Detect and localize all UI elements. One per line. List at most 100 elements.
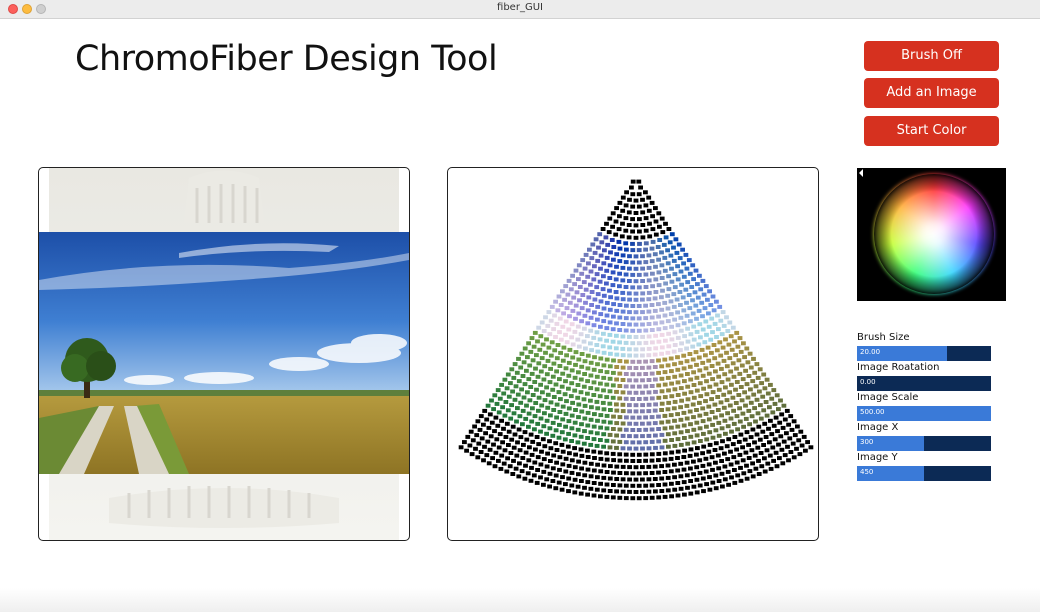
fiber-cell xyxy=(694,362,699,367)
fiber-cell xyxy=(546,345,552,350)
fiber-cell xyxy=(558,397,563,402)
fiber-cell xyxy=(646,346,652,351)
fiber-cell xyxy=(560,371,566,376)
fiber-cell xyxy=(678,430,684,435)
image-x-slider[interactable]: 300 xyxy=(857,436,991,451)
fiber-cell xyxy=(640,477,645,482)
add-image-button[interactable]: Add an Image xyxy=(864,78,999,108)
fiber-cell xyxy=(553,299,558,304)
fiber-cell xyxy=(680,247,685,252)
fiber-cell xyxy=(640,310,645,315)
fiber-cell xyxy=(514,370,520,375)
image-scale-slider[interactable]: 500.00 xyxy=(857,406,991,421)
fiber-cell xyxy=(722,372,728,377)
fiber-cell xyxy=(544,385,549,390)
fiber-cell xyxy=(571,295,577,300)
brush-size-slider[interactable]: 20.00 xyxy=(857,346,991,361)
fiber-cell xyxy=(541,424,547,429)
fiber-cell xyxy=(570,355,576,360)
fiber-cell xyxy=(687,271,693,276)
fiber-cell xyxy=(522,476,528,481)
fiber-cell xyxy=(529,465,534,470)
fiber-cell xyxy=(627,390,632,395)
fiber-cell xyxy=(576,459,581,464)
fiber-cell xyxy=(674,250,680,255)
fiber-cell xyxy=(607,401,613,406)
fiber-cell xyxy=(526,341,531,346)
fiber-cell xyxy=(611,414,616,419)
fiber-cell xyxy=(512,432,518,437)
fiber-cell xyxy=(614,489,619,494)
fiber-cell xyxy=(495,423,501,428)
fiber-cell xyxy=(671,292,677,297)
fiber-cell xyxy=(700,419,706,424)
image-rotation-slider[interactable]: 0.00 xyxy=(857,376,991,391)
fiber-cell xyxy=(669,279,675,284)
fiber-cell xyxy=(525,355,530,360)
fiber-cell xyxy=(789,427,795,432)
fiber-cell xyxy=(653,377,658,382)
fiber-cell xyxy=(611,483,616,487)
fiber-cell xyxy=(640,334,645,339)
fiber-cell xyxy=(529,336,535,341)
fiber-cell xyxy=(702,306,708,311)
fiber-cell xyxy=(710,294,716,299)
fiber-cell xyxy=(566,463,572,468)
fiber-cell xyxy=(576,370,581,375)
fiber-cell xyxy=(633,490,639,494)
fiber-cell xyxy=(539,320,545,325)
fiber-cell xyxy=(535,421,541,426)
fiber-cell xyxy=(613,219,619,224)
fiber-cell xyxy=(575,324,581,329)
fiber-cell xyxy=(646,390,652,395)
fiber-cell xyxy=(698,287,704,292)
fiber-cell xyxy=(604,281,609,286)
fiber-cell xyxy=(675,424,681,429)
fiber-cell xyxy=(500,405,505,410)
fiber-cell xyxy=(561,345,567,350)
fiber-cell xyxy=(553,473,559,478)
fiber-cell xyxy=(729,382,734,387)
image-y-slider[interactable]: 450 xyxy=(857,466,991,481)
fiber-cell xyxy=(604,470,610,474)
fiber-cell xyxy=(661,242,667,247)
fiber-cell xyxy=(684,473,690,478)
fiber-cell xyxy=(786,458,791,463)
fiber-cell xyxy=(646,464,652,469)
fiber-cell xyxy=(617,214,622,219)
fiber-cell xyxy=(591,393,597,397)
fiber-cell xyxy=(656,495,662,500)
fiber-cell xyxy=(594,487,600,492)
fiber-cell xyxy=(630,384,636,389)
start-color-changing-button[interactable]: Start Color Changing xyxy=(864,116,999,168)
fiber-cell xyxy=(558,337,564,342)
fiber-cell xyxy=(530,406,535,411)
fiber-cell xyxy=(756,424,762,429)
fiber-cell xyxy=(582,473,588,478)
fiber-cell xyxy=(630,341,636,346)
source-image-panel[interactable] xyxy=(38,167,410,541)
fiber-cell xyxy=(583,346,588,351)
fiber-cell xyxy=(620,253,626,258)
fiber-cell xyxy=(607,276,613,280)
fiber-cell xyxy=(653,232,659,237)
fiber-cell xyxy=(649,371,655,376)
fiber-preview-panel[interactable] xyxy=(447,167,819,541)
fiber-cell xyxy=(610,339,616,344)
fiber-cell xyxy=(555,308,561,313)
fiber-cell xyxy=(579,479,584,483)
fiber-cell xyxy=(553,382,559,387)
fiber-cell xyxy=(723,337,728,342)
fiber-cell xyxy=(731,455,737,460)
fiber-cell xyxy=(640,434,645,439)
fiber-cell xyxy=(538,382,543,387)
fiber-cell xyxy=(586,261,591,266)
color-picker[interactable] xyxy=(857,168,1006,301)
fiber-cell xyxy=(538,334,544,339)
fiber-cell xyxy=(537,347,543,352)
fiber-cell xyxy=(682,391,687,396)
fiber-cell xyxy=(614,206,619,211)
brush-toggle-button[interactable]: Brush Off xyxy=(864,41,999,71)
fiber-cell xyxy=(626,235,632,240)
fiber-cell xyxy=(653,445,658,450)
